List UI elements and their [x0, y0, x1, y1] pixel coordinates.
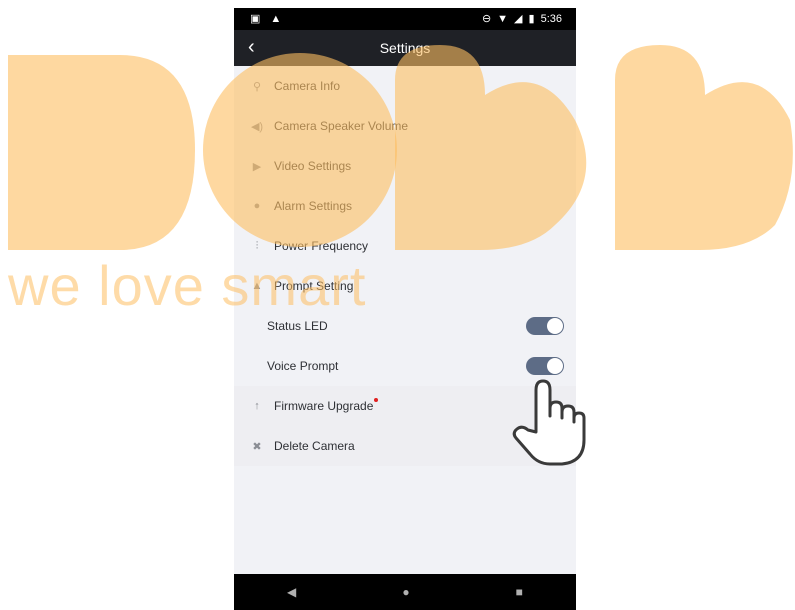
phone-screen: ▣ ▲ ⊖ ▼ ◢ ▮ 5:36 ‹ Settings ⚲ Camera Inf…	[234, 8, 576, 610]
video-icon: ▶	[252, 160, 262, 173]
app-bar: ‹ Settings	[234, 30, 576, 66]
menu-item-label: Alarm Settings	[274, 199, 353, 213]
status-led-row: Status LED	[234, 306, 576, 346]
dnd-icon: ⊖	[481, 13, 492, 25]
back-nav-icon[interactable]: ◀	[287, 585, 296, 599]
menu-item-label: Delete Camera	[274, 439, 355, 453]
settings-list: ⚲ Camera Info ◀) Camera Speaker Volume ▶…	[234, 66, 576, 586]
alarm-icon: ●	[253, 200, 261, 212]
image-notification-icon: ▣	[250, 13, 261, 25]
toggle-knob	[547, 318, 563, 334]
menu-item-label: Prompt Setting	[274, 279, 354, 293]
menu-item-alarm-settings[interactable]: ● Alarm Settings	[234, 186, 576, 226]
menu-item-speaker-volume[interactable]: ◀) Camera Speaker Volume	[234, 106, 576, 146]
speaker-icon: ◀)	[250, 120, 264, 133]
toggle-knob	[547, 358, 563, 374]
menu-item-label: Power Frequency	[274, 239, 369, 253]
wifi-icon: ▼	[497, 12, 509, 25]
pointing-hand-icon	[512, 379, 586, 466]
status-bar: ▣ ▲ ⊖ ▼ ◢ ▮ 5:36	[234, 8, 576, 30]
clock: 5:36	[540, 12, 562, 25]
warning-icon: ▲	[251, 280, 263, 292]
menu-item-camera-info[interactable]: ⚲ Camera Info	[234, 66, 576, 106]
status-led-toggle[interactable]	[526, 317, 564, 335]
page-title: Settings	[379, 40, 431, 56]
alert-notification-icon: ▲	[270, 12, 282, 25]
android-nav-bar: ◀ ● ■	[234, 574, 576, 610]
menu-item-label: Video Settings	[274, 159, 352, 173]
battery-icon: ▮	[528, 13, 535, 25]
camera-icon: ⚲	[252, 80, 262, 93]
menu-item-video-settings[interactable]: ▶ Video Settings	[234, 146, 576, 186]
status-led-label: Status LED	[267, 319, 328, 333]
voice-prompt-label: Voice Prompt	[267, 359, 339, 373]
voice-prompt-toggle[interactable]	[526, 357, 564, 375]
frequency-icon: ⫶	[255, 239, 259, 252]
arrow-up-icon: ↑	[254, 400, 260, 412]
menu-item-power-frequency[interactable]: ⫶ Power Frequency	[234, 226, 576, 266]
menu-item-prompt-setting: ▲ Prompt Setting	[234, 266, 576, 306]
delete-icon: ✖	[252, 440, 262, 453]
menu-item-label: Camera Info	[274, 79, 341, 93]
signal-icon: ◢	[514, 13, 523, 25]
home-nav-icon[interactable]: ●	[402, 585, 409, 599]
menu-item-label: Camera Speaker Volume	[274, 119, 409, 133]
recents-nav-icon[interactable]: ■	[516, 585, 523, 599]
menu-item-label: Firmware Upgrade	[274, 399, 374, 413]
update-badge	[374, 398, 379, 402]
